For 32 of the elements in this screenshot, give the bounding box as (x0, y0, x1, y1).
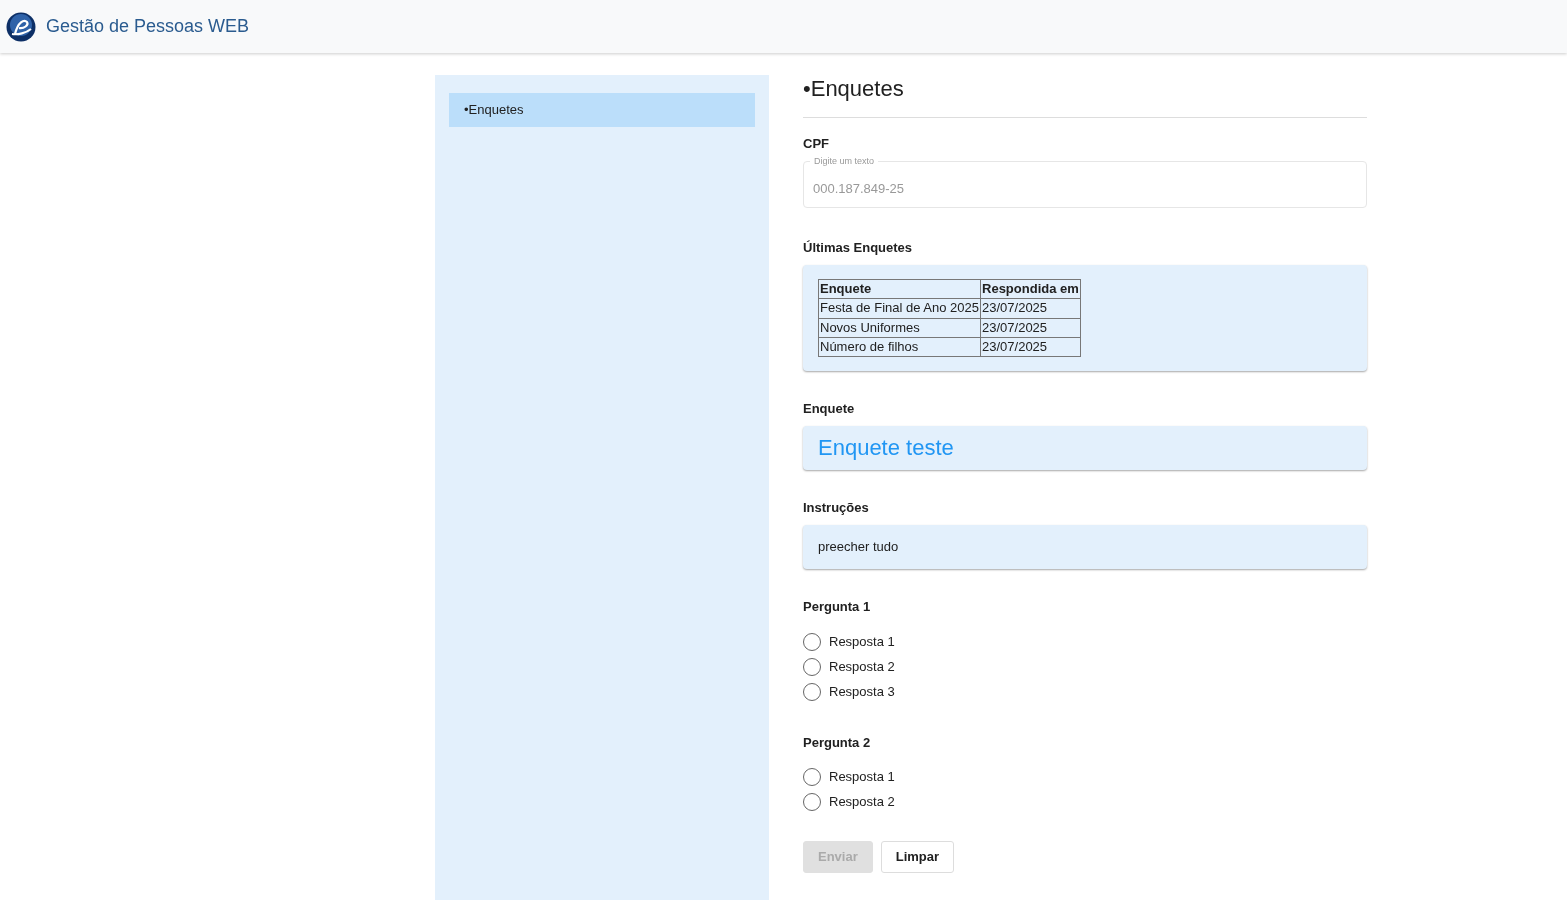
logo-icon (6, 11, 36, 42)
question-label: Pergunta 2 (803, 734, 872, 751)
sidebar-item[interactable]: •Enquetes (449, 93, 755, 128)
section-label: Instruções (803, 499, 870, 517)
table-cell: Novos Uniformes (818, 318, 981, 338)
form-button[interactable]: Limpar (880, 840, 955, 874)
option-label: Resposta 1 (829, 769, 895, 786)
section-label: Últimas Enquetes (803, 239, 914, 256)
section-label: Enquete (803, 401, 856, 418)
table-cell: 23/07/2025 (980, 318, 1081, 338)
survey-name: Enquete teste (803, 426, 1367, 470)
column-header: Respondida em (980, 279, 1081, 299)
radio-button[interactable] (803, 633, 821, 652)
table-cell: Festa de Final de Ano 2025 (818, 298, 981, 319)
radio-button[interactable] (803, 683, 821, 702)
radio-button[interactable] (803, 658, 821, 677)
option-label: Resposta 3 (829, 684, 895, 701)
app-title: Gestão de Pessoas WEB (46, 15, 250, 38)
option-label: Resposta 2 (829, 659, 895, 676)
page-title: •Enquetes (803, 75, 1367, 118)
table-cell: 23/07/2025 (980, 337, 1081, 357)
option-label: Resposta 2 (829, 794, 895, 811)
field-label: CPF (803, 135, 830, 152)
radio-button[interactable] (803, 793, 821, 812)
column-header: Enquete (818, 279, 981, 299)
option-label: Resposta 1 (829, 634, 895, 651)
table-cell: Número de filhos (818, 337, 981, 357)
table-cell: 23/07/2025 (980, 298, 1081, 319)
floating-label: Digite um texto (810, 156, 879, 166)
question-label: Pergunta 1 (803, 599, 872, 616)
radio-button[interactable] (803, 768, 821, 787)
instructions-text: preecher tudo (803, 525, 1367, 570)
